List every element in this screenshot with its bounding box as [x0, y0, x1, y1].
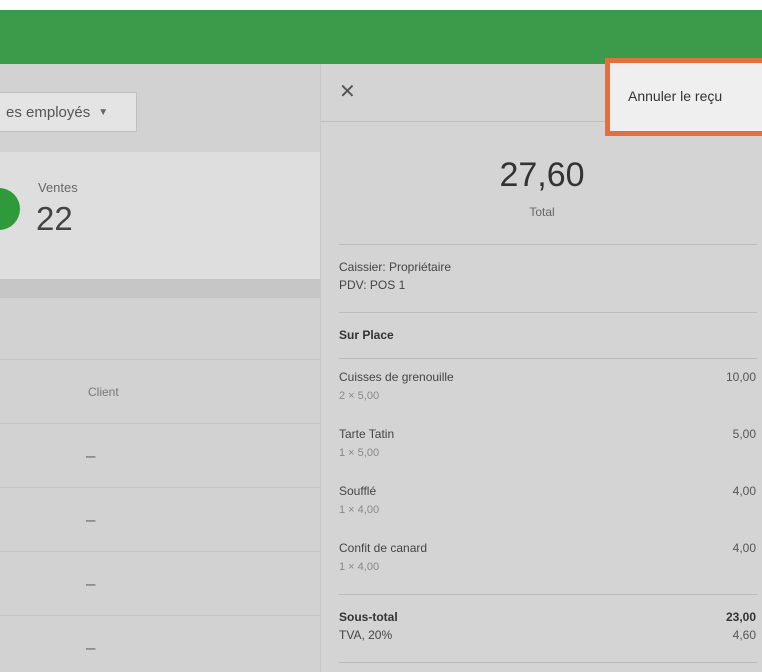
item-name: Soufflé [339, 484, 377, 498]
client-column-header: Client [88, 385, 119, 399]
divider [339, 312, 757, 313]
item-quantity: 1 × 4,00 [339, 504, 380, 516]
close-icon[interactable]: ✕ [339, 82, 356, 102]
receipt-panel: ✕ Annuler le reçu 27,60 Total Caissier: … [320, 58, 762, 672]
dining-option: Sur Place [339, 328, 394, 342]
stat-value: 22 [36, 200, 73, 237]
client-cell: – [86, 510, 96, 529]
divider [339, 244, 757, 245]
item-quantity: 1 × 5,00 [339, 447, 380, 459]
item-quantity: 2 × 5,00 [339, 390, 380, 402]
item-name: Tarte Tatin [339, 427, 395, 441]
subtotal-amount: 23,00 [725, 610, 756, 624]
item-name: Confit de canard [339, 541, 428, 555]
divider [339, 594, 757, 595]
receipt-total-amount: 27,60 [499, 156, 585, 194]
client-cell: – [86, 574, 96, 593]
item-amount: 4,00 [732, 541, 756, 555]
top-app-bar [0, 10, 762, 64]
stat-label: Ventes [38, 180, 78, 195]
chevron-down-icon: ▼ [98, 106, 109, 118]
employee-filter-dropdown[interactable]: es employés ▼ [0, 92, 137, 132]
receipt-total-label: Total [529, 205, 555, 219]
item-name: Cuisses de grenouille [339, 370, 454, 384]
cashier-text: Caissier: Propriétaire [339, 260, 452, 274]
table-row[interactable]: – [0, 488, 320, 552]
sales-list-area: es employés ▼ Ventes 22 Client – – – – [0, 64, 320, 672]
receipt-header: ✕ Annuler le reçu [321, 58, 762, 136]
cancel-receipt-highlight: Annuler le reçu [605, 58, 762, 136]
client-cell: – [86, 446, 96, 465]
toolbar-row [0, 298, 320, 360]
item-quantity: 1 × 4,00 [339, 561, 380, 573]
subtotal-label: Sous-total [339, 610, 398, 624]
item-amount: 5,00 [732, 427, 756, 441]
tax-label: TVA, 20% [339, 628, 393, 642]
employee-filter-label: es employés [6, 103, 91, 121]
table-row[interactable]: – [0, 424, 320, 488]
item-amount: 10,00 [725, 370, 756, 384]
table-header: Client [0, 360, 320, 424]
pos-text: PDV: POS 1 [339, 278, 406, 292]
cancel-receipt-button[interactable]: Annuler le reçu [628, 88, 722, 104]
client-cell: – [86, 638, 96, 657]
stat-circle-icon [0, 188, 20, 230]
divider [339, 662, 757, 663]
table-row[interactable]: – [0, 616, 320, 672]
sales-stat-card: Ventes 22 [0, 152, 320, 280]
table-row[interactable]: – [0, 552, 320, 616]
section-divider [0, 280, 320, 298]
tax-amount: 4,60 [732, 628, 756, 642]
item-amount: 4,00 [732, 484, 756, 498]
divider [339, 358, 757, 359]
